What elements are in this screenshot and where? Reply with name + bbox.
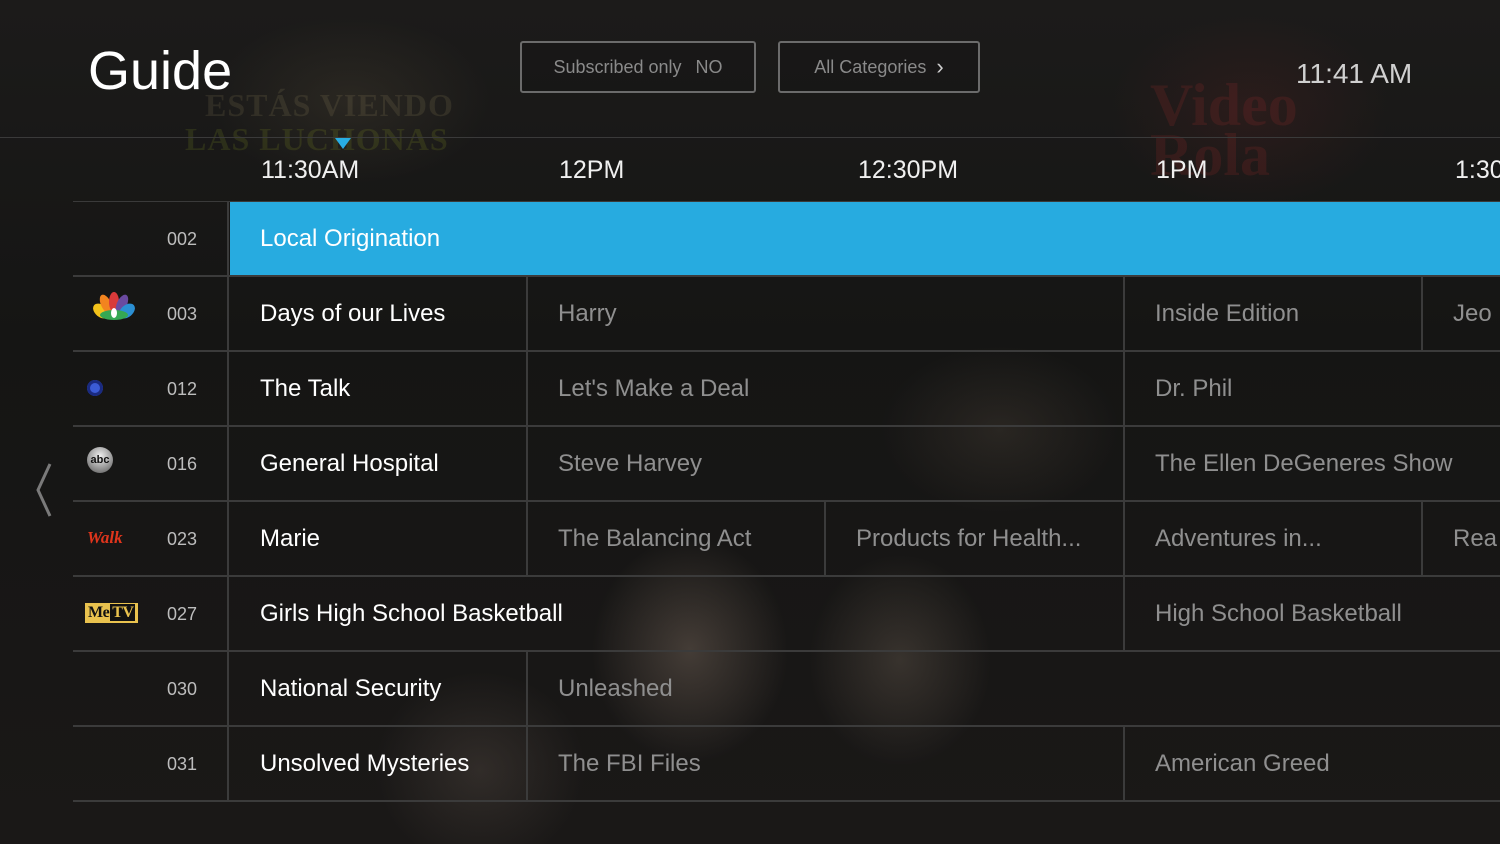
program-cell[interactable]: Inside Edition bbox=[1125, 277, 1423, 350]
cbs-eye-icon bbox=[87, 380, 103, 396]
subscribed-only-toggle[interactable]: Subscribed only NO bbox=[520, 41, 756, 93]
categories-button[interactable]: All Categories › bbox=[778, 41, 980, 93]
channel-cell[interactable]: 030 bbox=[73, 652, 229, 725]
chevron-left-icon[interactable] bbox=[30, 460, 60, 520]
channel-number: 030 bbox=[167, 679, 198, 699]
clock: 11:41 AM bbox=[1296, 58, 1413, 89]
timeslot: 1PM bbox=[1156, 156, 1208, 184]
channel-number: 012 bbox=[167, 379, 198, 399]
channel-cell[interactable]: 002 bbox=[73, 202, 229, 275]
program-cell[interactable]: Days of our Lives bbox=[230, 277, 528, 350]
program-cell[interactable]: Harry bbox=[528, 277, 1125, 350]
subscribed-only-label: Subscribed only bbox=[553, 56, 682, 77]
program-cell[interactable]: Dr. Phil bbox=[1125, 352, 1500, 425]
channel-row: Walk 023 Marie The Balancing Act Product… bbox=[73, 502, 1500, 577]
channel-number: 023 bbox=[167, 529, 198, 549]
nbc-peacock-icon bbox=[93, 292, 135, 320]
program-cell[interactable]: The Talk bbox=[230, 352, 528, 425]
timeslot: 12PM bbox=[559, 156, 625, 184]
program-cell[interactable]: The Ellen DeGeneres Show bbox=[1125, 427, 1500, 500]
program-cell[interactable]: Unleashed bbox=[528, 652, 1500, 725]
channel-row: Me TV 027 Girls High School Basketball Hi… bbox=[73, 577, 1500, 652]
current-time-marker-icon bbox=[335, 138, 351, 149]
program-cell[interactable]: Girls High School Basketball bbox=[230, 577, 1125, 650]
program-cell[interactable]: Rea bbox=[1423, 502, 1500, 575]
channel-cell[interactable]: Me TV 027 bbox=[73, 577, 229, 650]
channel-cell[interactable]: 012 bbox=[73, 352, 229, 425]
chevron-right-icon: › bbox=[936, 54, 944, 79]
channel-row: abc 016 General Hospital Steve Harvey Th… bbox=[73, 427, 1500, 502]
program-cell[interactable]: Jeo bbox=[1423, 277, 1500, 350]
header-divider bbox=[0, 137, 1500, 138]
background-overlay: ESTÁS VIENDO LAS LUCHONAS bbox=[185, 87, 454, 157]
channel-row: 012 The Talk Let's Make a Deal Dr. Phil bbox=[73, 352, 1500, 427]
channel-row: 031 Unsolved Mysteries The FBI Files Ame… bbox=[73, 727, 1500, 802]
channel-cell[interactable]: 003 bbox=[73, 277, 229, 350]
categories-label: All Categories bbox=[814, 56, 927, 77]
channel-number: 031 bbox=[167, 754, 198, 774]
program-cell[interactable]: General Hospital bbox=[230, 427, 528, 500]
program-cell[interactable]: High School Basketball bbox=[1125, 577, 1500, 650]
program-cell[interactable]: Let's Make a Deal bbox=[528, 352, 1125, 425]
channel-cell[interactable]: 031 bbox=[73, 727, 229, 800]
page-title: Guide bbox=[88, 41, 233, 101]
program-cell[interactable]: Adventures in... bbox=[1125, 502, 1423, 575]
program-cell[interactable]: Unsolved Mysteries bbox=[230, 727, 528, 800]
program-cell[interactable]: Marie bbox=[230, 502, 528, 575]
program-cell[interactable]: Products for Health... bbox=[826, 502, 1125, 575]
channel-cell[interactable]: Walk 023 bbox=[73, 502, 229, 575]
timeslot: 11:30AM bbox=[261, 156, 360, 184]
channel-number: 002 bbox=[167, 229, 198, 249]
subscribed-only-value: NO bbox=[695, 56, 723, 77]
channel-number: 016 bbox=[167, 454, 198, 474]
program-cell[interactable]: The FBI Files bbox=[528, 727, 1125, 800]
program-cell[interactable]: National Security bbox=[230, 652, 528, 725]
program-cell-selected[interactable]: Local Origination bbox=[230, 202, 1500, 275]
program-cell[interactable]: Steve Harvey bbox=[528, 427, 1125, 500]
guide-grid: 002 Local Origination 003 Days of our Li… bbox=[73, 202, 1500, 802]
timeslot: 12:30PM bbox=[858, 156, 959, 184]
channel-row: 003 Days of our Lives Harry Inside Editi… bbox=[73, 277, 1500, 352]
walk-logo: Walk bbox=[87, 528, 123, 547]
channel-row: 030 National Security Unleashed bbox=[73, 652, 1500, 727]
abc-logo: abc bbox=[87, 447, 113, 473]
metv-logo: Me TV bbox=[85, 603, 139, 623]
channel-number: 003 bbox=[167, 304, 198, 324]
channel-number: 027 bbox=[167, 604, 198, 624]
channel-cell[interactable]: abc 016 bbox=[73, 427, 229, 500]
program-cell[interactable]: American Greed bbox=[1125, 727, 1500, 800]
timeslot: 1:30 bbox=[1455, 156, 1500, 184]
channel-row: 002 Local Origination bbox=[73, 202, 1500, 277]
program-cell[interactable]: The Balancing Act bbox=[528, 502, 826, 575]
